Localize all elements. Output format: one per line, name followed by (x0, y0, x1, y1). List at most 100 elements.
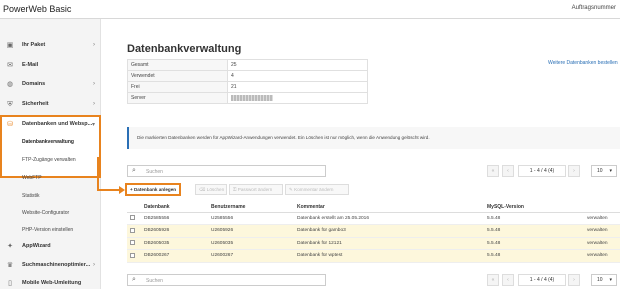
app-title: PowerWeb Basic (3, 4, 72, 14)
column-header[interactable]: Datenbank (141, 202, 208, 213)
create-database-button[interactable]: + Datenbank anlegen (125, 183, 182, 196)
manage-link[interactable]: verwalten (584, 249, 620, 263)
sidebar-sub-database-management[interactable]: Datenbankverwaltung (22, 139, 74, 145)
sidebar-item-mobile-redirect[interactable]: ▯ Mobile Web-Umleitung (0, 275, 101, 289)
table-row: DB2585556 U2585556 Datenbank erstellt am… (127, 212, 620, 225)
edit-comment-button[interactable]: ✎ Kommentar ändern (285, 184, 349, 195)
row-checkbox[interactable] (127, 249, 141, 263)
actions-column-header (584, 202, 620, 213)
chevron-right-icon: › (93, 262, 95, 268)
next-page-button[interactable]: › (568, 165, 580, 177)
database-table: Datenbank Benutzername Kommentar MySQL-V… (127, 202, 620, 263)
mysql-version: 5.5.48 (484, 224, 584, 238)
chevron-down-icon: ▾ (91, 122, 95, 128)
column-header[interactable]: Kommentar (294, 202, 484, 213)
search-input[interactable]: ⌕ Suchen (127, 165, 326, 177)
trophy-icon: ♛ (6, 262, 14, 269)
checkbox-icon (130, 227, 135, 233)
manage-link[interactable]: verwalten (584, 212, 620, 225)
prev-page-button[interactable]: ‹ (502, 274, 514, 286)
notice-text: Die markierten Datenbanken werden für Ap… (137, 135, 430, 140)
sidebar-item-label: Sicherheit (22, 101, 49, 107)
redacted-server-name (231, 94, 273, 101)
table-row: DB2605926 U2605926 Datenbank für gambo3 … (127, 224, 620, 238)
database-name: DB2600267 (141, 249, 208, 263)
sidebar-sub-statistics[interactable]: Statistik (22, 193, 40, 199)
first-page-button[interactable]: « (487, 274, 499, 286)
column-header[interactable]: MySQL-Version (484, 202, 584, 213)
search-placeholder: Suchen (146, 169, 163, 175)
sidebar-sub-webftp[interactable]: WebFTP (22, 175, 42, 181)
create-database-label: Datenbank anlegen (133, 187, 177, 192)
sidebar-item-label: AppWizard (22, 243, 51, 249)
sidebar-sub-website-configurator[interactable]: Website-Configurator (22, 210, 69, 216)
search-input-bottom[interactable]: ⌕ Suchen (127, 274, 326, 286)
change-password-button[interactable]: ⚿ Passwort ändern (229, 184, 283, 195)
table-row: DB2605035 U2605035 Datenbank für 12121 5… (127, 237, 620, 250)
row-checkbox[interactable] (127, 212, 141, 225)
sidebar-item-domains[interactable]: ◍ Domains › (0, 76, 101, 94)
chevron-down-icon: ▾ (609, 168, 612, 174)
sidebar-item-label: Domains (22, 81, 46, 87)
appwizard-notice: Die markierten Datenbanken werden für Ap… (127, 127, 620, 149)
table-header-row: Datenbank Benutzername Kommentar MySQL-V… (127, 202, 620, 213)
sidebar-item-package[interactable]: ▣ Ihr Paket › (0, 37, 101, 55)
search-placeholder: Suchen (146, 278, 163, 284)
manage-link[interactable]: verwalten (584, 224, 620, 238)
mysql-version: 5.5.48 (484, 237, 584, 250)
stat-value: 4 (227, 70, 368, 82)
row-checkbox[interactable] (127, 224, 141, 238)
row-checkbox[interactable] (127, 237, 141, 250)
sidebar-item-email[interactable]: ✉ E-Mail (0, 57, 101, 75)
pager-info: 1 - 4 / 4 (4) (518, 165, 566, 177)
sidebar-item-label: Suchmaschinenoptimier... (22, 262, 91, 268)
prev-page-button[interactable]: ‹ (502, 165, 514, 177)
annotation-arrow (97, 157, 99, 191)
select-column-header (127, 202, 141, 213)
chevron-right-icon: › (93, 101, 95, 107)
first-page-button[interactable]: « (487, 165, 499, 177)
sidebar-item-label: Ihr Paket (22, 42, 46, 48)
stat-label: Server (127, 92, 228, 104)
sidebar-item-databases[interactable]: ⛁ Datenbanken und Websp... ▾ (0, 116, 101, 134)
sidebar-sub-ftp-access[interactable]: FTP-Zugänge verwalten (22, 157, 76, 163)
database-stats-table: Gesamt 25 Verwendet 4 Frei 21 Server (127, 59, 368, 104)
table-row: DB2600267 U2600267 Datenbank für wptest … (127, 249, 620, 263)
page-size-value: 10 (597, 277, 603, 283)
globe-icon: ◍ (6, 81, 14, 88)
package-icon: ▣ (6, 42, 14, 49)
database-name: DB2605035 (141, 237, 208, 250)
stat-label: Frei (127, 81, 228, 93)
mail-icon: ✉ (7, 62, 13, 69)
sidebar-sub-php-version[interactable]: PHP-Version einstellen (22, 227, 73, 233)
page-size-select[interactable]: 10 ▾ (591, 165, 617, 177)
sidebar-item-label: Datenbanken und Websp... (22, 121, 93, 127)
stat-value (227, 92, 368, 104)
next-page-button[interactable]: › (568, 274, 580, 286)
sidebar-item-appwizard[interactable]: ✦ AppWizard (0, 238, 101, 256)
delete-button[interactable]: ⌫ Löschen (195, 184, 227, 195)
database-name: DB2585556 (141, 212, 208, 225)
search-icon: ⌕ (132, 167, 136, 174)
comment: Datenbank für 12121 (294, 237, 484, 250)
order-more-databases-link[interactable]: Weitere Datenbanken bestellen (548, 60, 618, 66)
edit-comment-label: Kommentar ändern (294, 187, 334, 192)
chevron-down-icon: ▾ (609, 277, 612, 283)
database-name: DB2605926 (141, 224, 208, 238)
column-header[interactable]: Benutzername (208, 202, 294, 213)
wizard-icon: ✦ (7, 243, 13, 250)
page-size-value: 10 (597, 168, 603, 174)
chevron-right-icon: › (93, 42, 95, 48)
stat-label: Gesamt (127, 59, 228, 71)
sidebar-item-security[interactable]: ⛨ Sicherheit › (0, 96, 101, 114)
stat-value: 25 (227, 59, 368, 71)
comment: Datenbank erstellt am 25.05.2016 (294, 212, 484, 225)
app-window: PowerWeb Basic Auftragsnummer ▣ Ihr Pake… (0, 0, 620, 289)
manage-link[interactable]: verwalten (584, 237, 620, 250)
page-size-select[interactable]: 10 ▾ (591, 274, 617, 286)
stat-label: Verwendet (127, 70, 228, 82)
sidebar-item-seo[interactable]: ♛ Suchmaschinenoptimier... › (0, 257, 101, 275)
trash-icon: ⌫ (199, 187, 207, 192)
checkbox-icon (130, 215, 135, 221)
sidebar-item-label: Mobile Web-Umleitung (22, 280, 82, 286)
